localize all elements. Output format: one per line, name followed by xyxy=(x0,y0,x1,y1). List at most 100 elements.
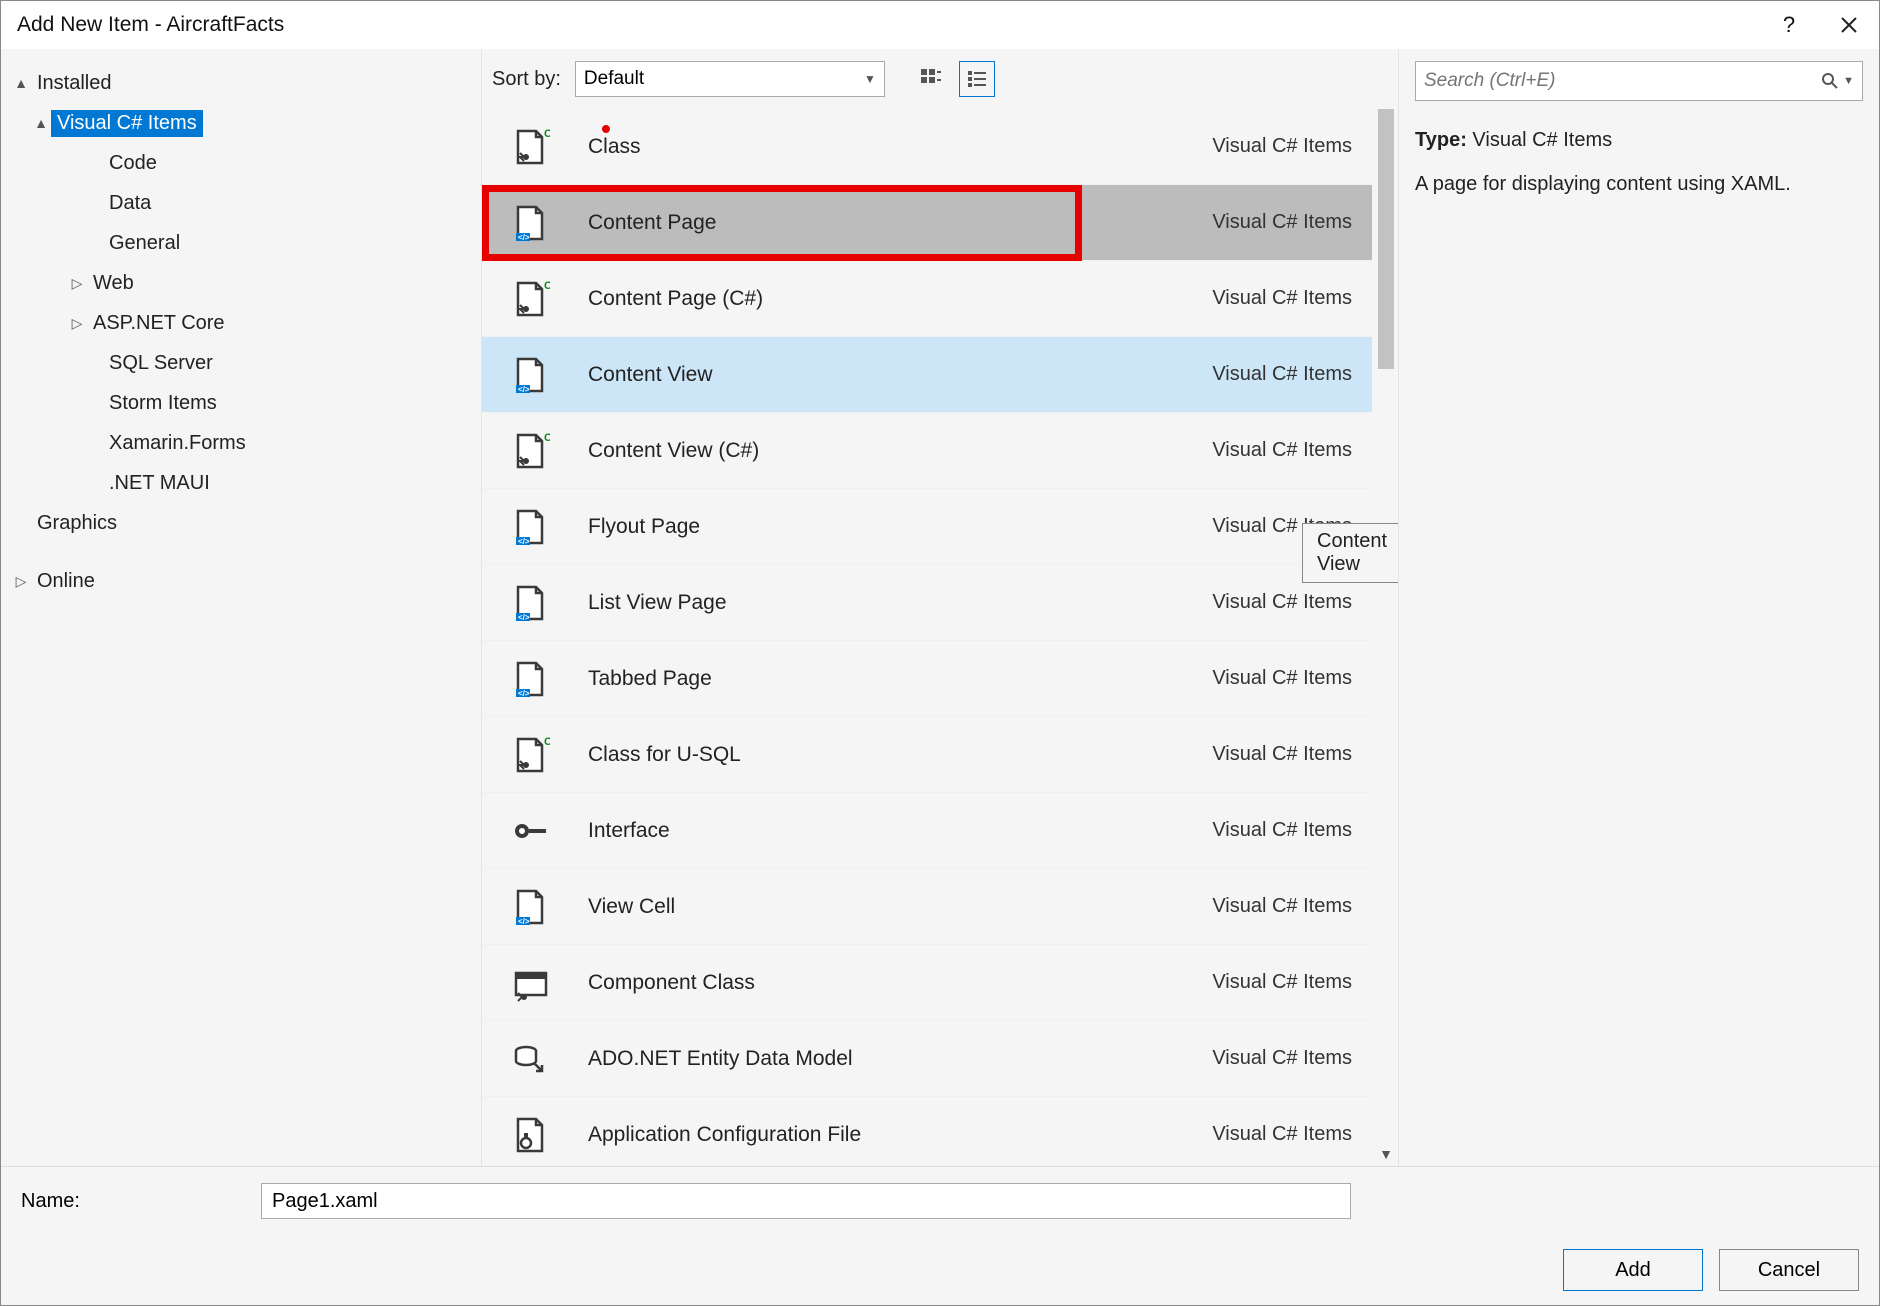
bottom-bar: Name: Add Cancel xyxy=(1,1166,1879,1305)
tree-label: Installed xyxy=(31,70,118,97)
tree-node-online[interactable]: ▷ Online xyxy=(7,561,475,601)
titlebar: Add New Item - AircraftFacts ? xyxy=(1,1,1879,49)
template-item[interactable]: C#Content Page (C#)Visual C# Items xyxy=(482,261,1372,337)
template-item[interactable]: </> View Cell Visual C# Items xyxy=(482,869,1372,945)
tree-node-aspnet-core[interactable]: ▷ASP.NET Core xyxy=(7,303,475,343)
template-category: Visual C# Items xyxy=(1212,895,1352,918)
template-name: Interface xyxy=(588,819,670,843)
template-item[interactable]: Component Class Visual C# Items xyxy=(482,945,1372,1021)
xaml-file-icon: </> xyxy=(508,353,552,397)
template-item[interactable]: </>Tabbed PageVisual C# Items xyxy=(482,641,1372,717)
template-item[interactable]: C# Class Visual C# Items xyxy=(482,109,1372,185)
window-title: Add New Item - AircraftFacts xyxy=(17,13,284,37)
tree-node-sql-server[interactable]: SQL Server xyxy=(7,343,475,383)
template-category: Visual C# Items xyxy=(1212,363,1352,386)
highlight-dot-icon xyxy=(602,125,610,133)
template-item[interactable]: C# Class for U-SQL Visual C# Items xyxy=(482,717,1372,793)
config-file-icon xyxy=(508,1113,552,1157)
tree-label: Visual C# Items xyxy=(51,110,203,137)
tree-node-installed[interactable]: ▲ Installed xyxy=(7,63,475,103)
class-file-icon: C# xyxy=(508,277,552,321)
expand-icon: ▲ xyxy=(31,115,51,131)
scroll-down-icon[interactable]: ▼ xyxy=(1374,1146,1398,1162)
template-name: Class xyxy=(588,135,641,159)
tree-label: Code xyxy=(103,150,163,177)
template-item[interactable]: </>Content PageVisual C# Items xyxy=(482,185,1372,261)
template-item[interactable]: </>Flyout PageVisual C# Items xyxy=(482,489,1372,565)
template-name: ADO.NET Entity Data Model xyxy=(588,1047,853,1071)
chevron-down-icon: ▼ xyxy=(864,72,876,86)
list-icon xyxy=(966,68,988,90)
scrollbar-thumb[interactable] xyxy=(1378,109,1394,369)
search-icon[interactable] xyxy=(1821,72,1839,90)
tree-label: Online xyxy=(31,568,101,595)
search-dropdown-icon[interactable]: ▼ xyxy=(1843,75,1854,87)
class-file-icon: C# xyxy=(508,429,552,473)
tree-node-csharp-items[interactable]: ▲ Visual C# Items xyxy=(7,103,475,143)
xaml-file-icon: </> xyxy=(508,657,552,701)
template-name: View Cell xyxy=(588,895,675,919)
grid-icon xyxy=(920,68,942,90)
tree-label: General xyxy=(103,230,186,257)
template-category: Visual C# Items xyxy=(1212,1123,1352,1146)
expand-icon: ▷ xyxy=(67,275,87,292)
template-name: Content View (C#) xyxy=(588,439,759,463)
xaml-file-icon: </> xyxy=(508,505,552,549)
view-small-icons-button[interactable] xyxy=(959,61,995,97)
template-item[interactable]: C# Content View (C#) Visual C# Items xyxy=(482,413,1372,489)
template-category: Visual C# Items xyxy=(1212,135,1352,158)
template-name: Class for U-SQL xyxy=(588,743,741,767)
template-category: Visual C# Items xyxy=(1212,971,1352,994)
class-file-icon: C# xyxy=(508,733,552,777)
svg-text:</>: </> xyxy=(518,917,530,926)
template-name: Content View xyxy=(588,363,713,387)
template-category: Visual C# Items xyxy=(1212,1047,1352,1070)
template-item[interactable]: </>List View PageVisual C# Items xyxy=(482,565,1372,641)
sort-toolbar: Sort by: Default ▼ xyxy=(482,49,1398,109)
class-file-icon: C# xyxy=(508,125,552,169)
tree-node-general[interactable]: General xyxy=(7,223,475,263)
tree-node-maui[interactable]: .NET MAUI xyxy=(7,463,475,503)
scrollbar[interactable]: ▼ xyxy=(1374,109,1398,1166)
expand-icon: ▲ xyxy=(11,75,31,91)
template-details: Type: Visual C# Items A page for display… xyxy=(1415,125,1863,199)
close-button[interactable] xyxy=(1819,1,1879,49)
template-name: Component Class xyxy=(588,971,755,995)
help-button[interactable]: ? xyxy=(1759,1,1819,49)
svg-text:</>: </> xyxy=(518,233,530,242)
add-button[interactable]: Add xyxy=(1563,1249,1703,1291)
filename-input[interactable] xyxy=(261,1183,1351,1219)
template-item[interactable]: ADO.NET Entity Data Model Visual C# Items xyxy=(482,1021,1372,1097)
svg-text:</>: </> xyxy=(518,385,530,394)
xaml-file-icon: </> xyxy=(508,201,552,245)
template-category: Visual C# Items xyxy=(1212,287,1352,310)
template-name: Flyout Page xyxy=(588,515,700,539)
svg-text:C#: C# xyxy=(544,280,550,292)
close-icon xyxy=(1840,16,1858,34)
xaml-file-icon: </> xyxy=(508,885,552,929)
sort-dropdown[interactable]: Default ▼ xyxy=(575,61,885,97)
tree-node-code[interactable]: Code xyxy=(7,143,475,183)
cancel-button[interactable]: Cancel xyxy=(1719,1249,1859,1291)
tree-node-xamarin[interactable]: Xamarin.Forms xyxy=(7,423,475,463)
template-item[interactable]: InterfaceVisual C# Items xyxy=(482,793,1372,869)
tree-label: ASP.NET Core xyxy=(87,310,231,337)
tree-node-storm[interactable]: Storm Items xyxy=(7,383,475,423)
expand-icon: ▷ xyxy=(11,573,31,590)
svg-text:</>: </> xyxy=(518,689,530,698)
add-new-item-dialog: Add New Item - AircraftFacts ? ▲ Install… xyxy=(0,0,1880,1306)
search-input[interactable] xyxy=(1424,70,1815,92)
template-category: Visual C# Items xyxy=(1212,591,1352,614)
tree-node-graphics[interactable]: Graphics xyxy=(7,503,475,543)
tree-node-web[interactable]: ▷Web xyxy=(7,263,475,303)
template-item[interactable]: Application Configuration FileVisual C# … xyxy=(482,1097,1372,1166)
template-item[interactable]: </> Content View Visual C# Items xyxy=(482,337,1372,413)
entity-file-icon xyxy=(508,1037,552,1081)
template-category: Visual C# Items xyxy=(1212,743,1352,766)
details-type-label: Type: xyxy=(1415,129,1467,151)
template-category: Visual C# Items xyxy=(1212,439,1352,462)
search-box[interactable]: ▼ xyxy=(1415,61,1863,101)
svg-text:C#: C# xyxy=(544,736,550,748)
view-medium-icons-button[interactable] xyxy=(913,61,949,97)
tree-node-data[interactable]: Data xyxy=(7,183,475,223)
